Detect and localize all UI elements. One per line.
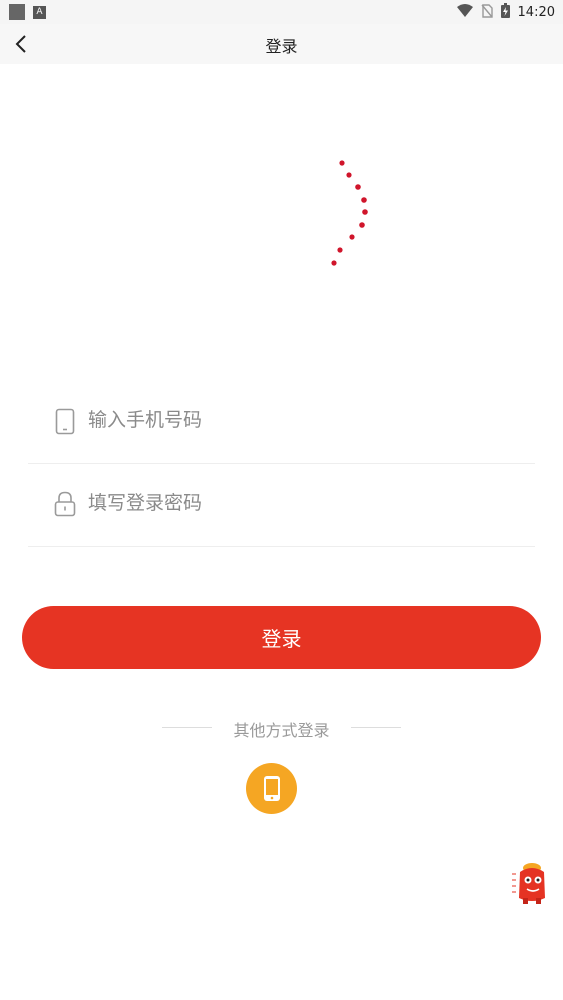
lock-icon bbox=[54, 490, 76, 518]
nav-bar: 登录 bbox=[0, 24, 563, 64]
battery-charging-icon bbox=[500, 3, 510, 22]
password-field bbox=[28, 463, 535, 547]
mobile-phone-icon bbox=[54, 407, 76, 435]
no-sim-icon bbox=[480, 3, 493, 22]
notification-square-icon bbox=[9, 4, 25, 20]
wifi-icon bbox=[456, 3, 473, 22]
red-mascot-icon bbox=[512, 863, 545, 904]
a-app-icon: A bbox=[33, 5, 46, 19]
phone-input[interactable] bbox=[88, 402, 508, 438]
login-button[interactable]: 登录 bbox=[22, 606, 541, 669]
divider-line-right bbox=[351, 727, 401, 728]
other-login-divider: 其他方式登录 bbox=[0, 716, 563, 740]
password-input[interactable] bbox=[88, 485, 508, 521]
mobile-phone-icon bbox=[263, 776, 280, 801]
page-title: 登录 bbox=[265, 37, 298, 56]
status-right-icons: 14:20 bbox=[456, 3, 555, 22]
phone-login-button[interactable] bbox=[246, 763, 297, 814]
status-bar: A 14:20 bbox=[0, 0, 563, 24]
status-time: 14:20 bbox=[517, 5, 555, 20]
floating-mascot[interactable] bbox=[510, 860, 550, 906]
other-login-label: 其他方式登录 bbox=[233, 721, 330, 740]
brand-logo bbox=[190, 155, 375, 270]
status-left-icons: A bbox=[9, 4, 46, 20]
phone-field bbox=[28, 380, 535, 464]
